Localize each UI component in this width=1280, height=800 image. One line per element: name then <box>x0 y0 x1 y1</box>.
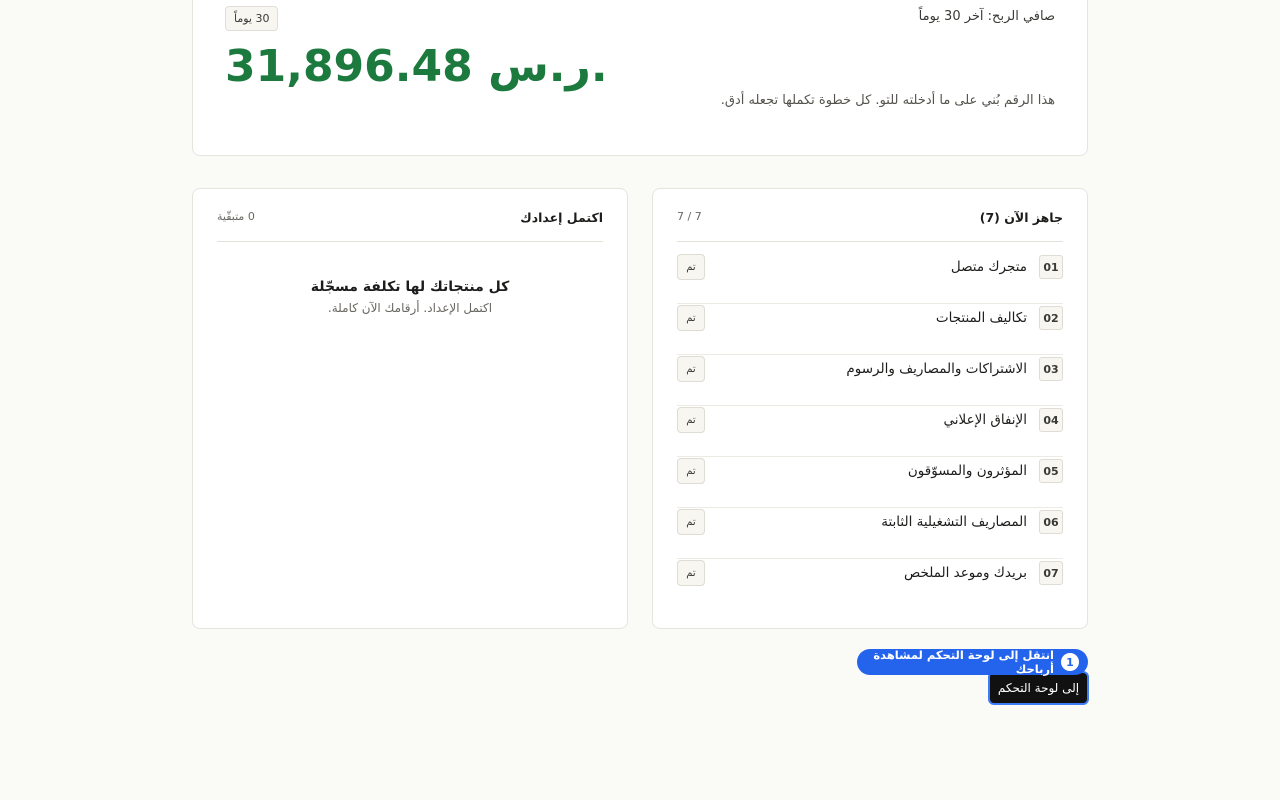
step-number: 01 <box>1039 255 1063 279</box>
period-chip[interactable]: 30 يوماً <box>225 6 279 31</box>
step-number: 07 <box>1039 561 1063 585</box>
step-number: 02 <box>1039 306 1063 330</box>
tour-step-badge: 1 <box>1061 653 1079 671</box>
step-done-button[interactable]: تم <box>677 458 705 484</box>
step-row: 02 تكاليف المنتجات تم <box>677 304 1063 355</box>
setup-empty-state: كل منتجاتك لها تكلفة مسجّلة اكتمل الإعدا… <box>217 279 603 315</box>
tour-tooltip: 1 انتقل إلى لوحة التحكم لمشاهدة أرباحك <box>857 648 1088 676</box>
step-label: المصاريف التشغيلية الثابتة <box>881 514 1027 530</box>
step-done-button[interactable]: تم <box>677 356 705 382</box>
ready-steps-header: جاهز الآن (7) 7 / 7 <box>677 189 1063 242</box>
step-number: 06 <box>1039 510 1063 534</box>
step-label: الاشتراكات والمصاريف والرسوم <box>846 361 1027 377</box>
step-done-button[interactable]: تم <box>677 407 705 433</box>
step-row: 01 متجرك متصل تم <box>677 253 1063 304</box>
setup-header: اكتمل إعدادك 0 متبقّية <box>217 189 603 242</box>
setup-title: اكتمل إعدادك <box>520 210 603 225</box>
step-done-button[interactable]: تم <box>677 560 705 586</box>
net-profit-value: 31,896.48 ر.س. <box>225 41 608 92</box>
setup-remaining: 0 متبقّية <box>217 210 255 223</box>
setup-complete-card: اكتمل إعدادك 0 متبقّية كل منتجاتك لها تك… <box>192 188 628 629</box>
empty-state-title: كل منتجاتك لها تكلفة مسجّلة <box>310 279 510 295</box>
steps-list: 01 متجرك متصل تم 02 تكاليف المنتجات تم 03 الاشت… <box>677 253 1063 610</box>
step-label: متجرك متصل <box>950 259 1027 275</box>
step-done-button[interactable]: تم <box>677 254 705 280</box>
step-row: 04 الإنفاق الإعلاني تم <box>677 406 1063 457</box>
net-profit-label: صافي الربح: آخر 30 يوماً <box>918 9 1055 24</box>
step-row: 05 المؤثرون والمسوّقون تم <box>677 457 1063 508</box>
net-profit-note: هذا الرقم بُني على ما أدخلته للتو. كل خط… <box>720 93 1055 108</box>
step-number: 05 <box>1039 459 1063 483</box>
tour-tooltip-text: انتقل إلى لوحة التحكم لمشاهدة أرباحك <box>873 648 1054 676</box>
net-profit-card: صافي الربح: آخر 30 يوماً 30 يوماً 31,896… <box>192 0 1088 156</box>
ready-steps-title: جاهز الآن (7) <box>979 210 1063 225</box>
step-number: 03 <box>1039 357 1063 381</box>
step-done-button[interactable]: تم <box>677 305 705 331</box>
step-row: 06 المصاريف التشغيلية الثابتة تم <box>677 508 1063 559</box>
step-row: 03 الاشتراكات والمصاريف والرسوم تم <box>677 355 1063 406</box>
step-label: بريدك وموعد الملخص <box>903 565 1027 581</box>
step-done-button[interactable]: تم <box>677 509 705 535</box>
step-label: المؤثرون والمسوّقون <box>907 463 1027 479</box>
steps-progress: 7 / 7 <box>677 210 702 223</box>
step-label: تكاليف المنتجات <box>935 310 1027 326</box>
empty-state-subtitle: اكتمل الإعداد. أرقامك الآن كاملة. <box>327 301 493 315</box>
step-number: 04 <box>1039 408 1063 432</box>
go-to-dashboard-button[interactable]: إلى لوحة التحكم <box>988 671 1089 705</box>
step-row: 07 بريدك وموعد الملخص تم <box>677 559 1063 610</box>
ready-steps-card: جاهز الآن (7) 7 / 7 01 متجرك متصل تم 02 تكال… <box>652 188 1088 629</box>
step-label: الإنفاق الإعلاني <box>943 412 1028 428</box>
